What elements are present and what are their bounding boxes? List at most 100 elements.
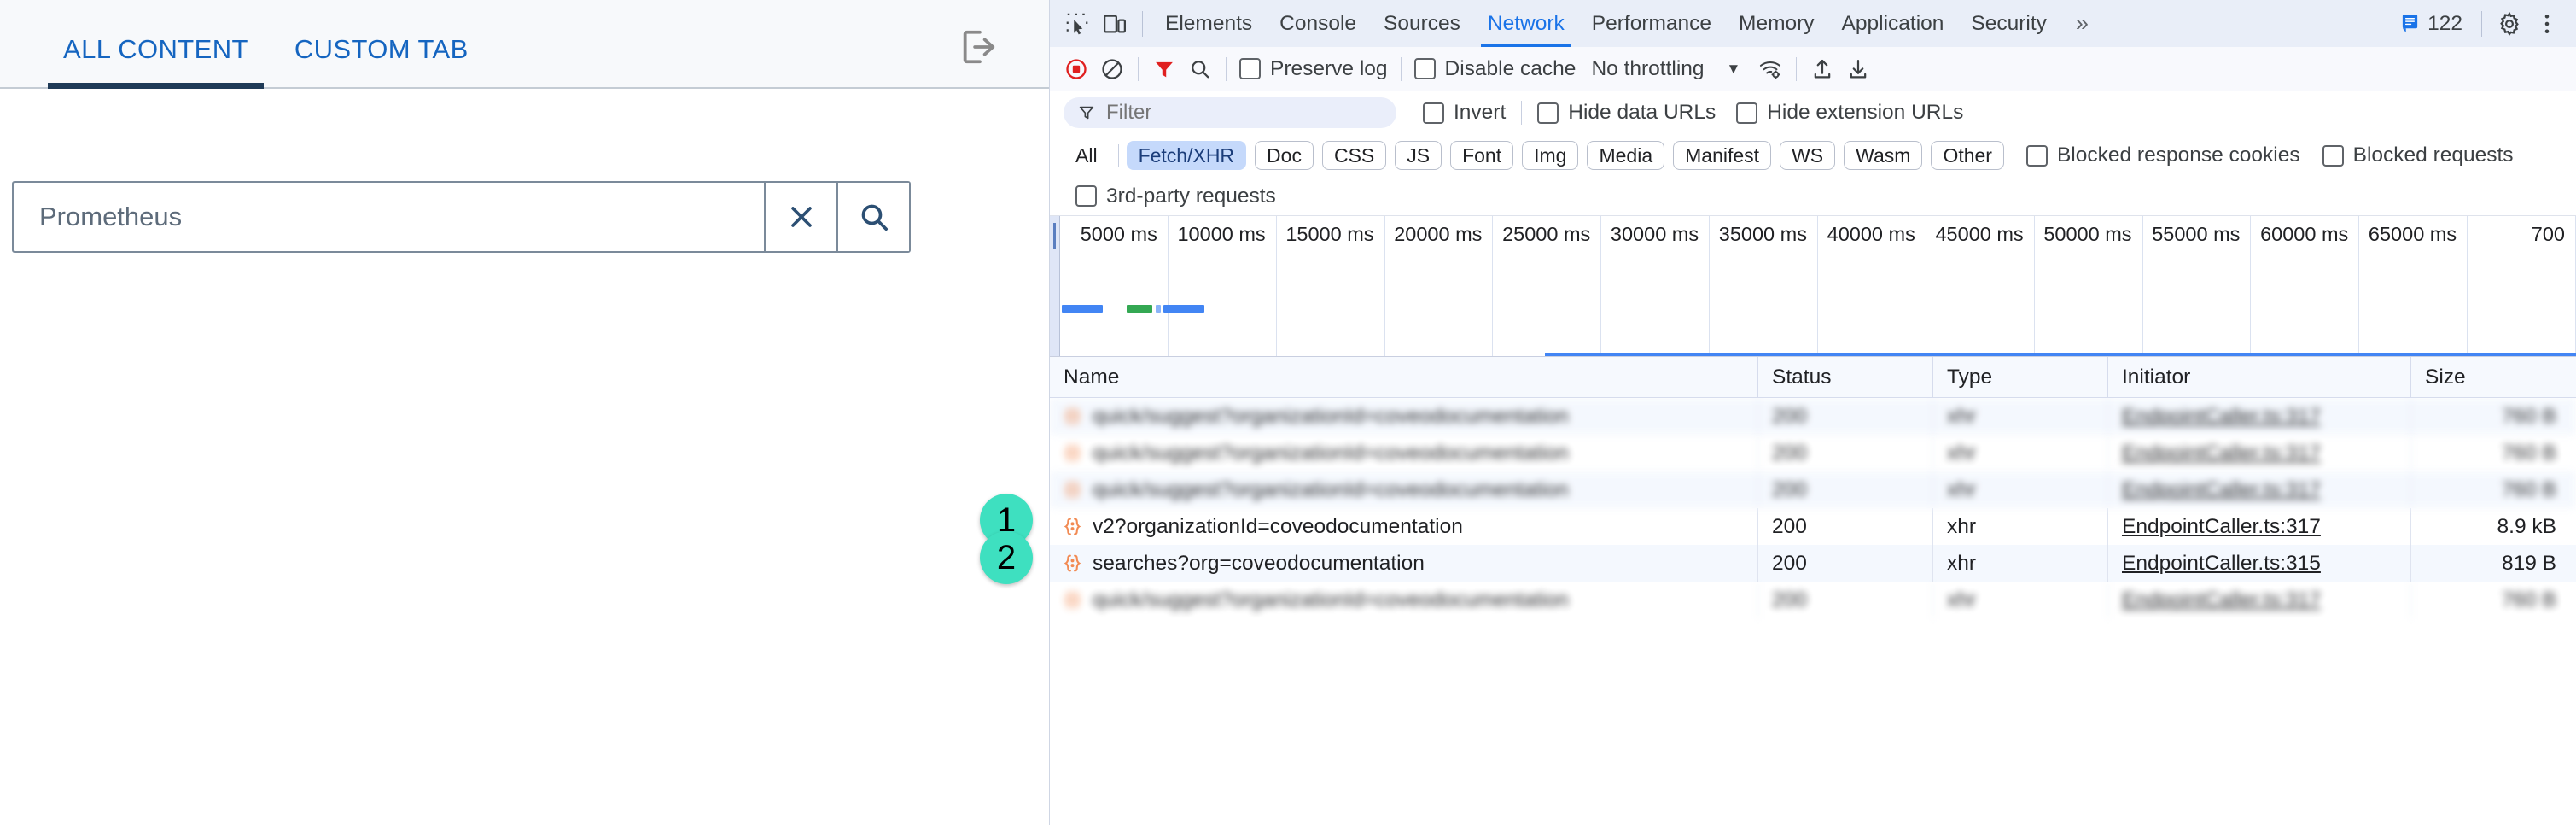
clear-no-entry-icon[interactable] xyxy=(1094,51,1130,87)
cell-name-label: v2?organizationId=coveodocumentation xyxy=(1093,515,1463,538)
initiator-link[interactable]: EndpointCaller.ts:317 xyxy=(2122,588,2321,611)
toolbar-divider-2 xyxy=(1226,56,1227,81)
record-stop-icon[interactable] xyxy=(1058,51,1094,87)
json-file-icon xyxy=(1064,591,1081,609)
column-header-name[interactable]: Name xyxy=(1050,357,1758,398)
filter-funnel-icon[interactable] xyxy=(1146,51,1182,87)
tab-security[interactable]: Security xyxy=(1957,0,2060,47)
devtools-tabbar-right: 122 xyxy=(2390,5,2576,43)
chip-css[interactable]: CSS xyxy=(1321,141,1387,170)
device-toolbar-icon[interactable] xyxy=(1096,5,1134,43)
column-header-initiator[interactable]: Initiator xyxy=(2108,357,2411,398)
cell-name-label: quick/suggest?organizationId=coveodocume… xyxy=(1093,405,1569,428)
timeline-bar-2 xyxy=(1127,305,1152,313)
chip-img-label: Img xyxy=(1534,143,1567,167)
hide-data-urls-checkbox[interactable]: Hide data URLs xyxy=(1532,101,1721,125)
table-body: quick/suggest?organizationId=coveodocume… xyxy=(1050,398,2576,825)
column-header-type[interactable]: Type xyxy=(1933,357,2108,398)
preserve-log-checkbox[interactable]: Preserve log xyxy=(1234,57,1393,81)
chip-manifest[interactable]: Manifest xyxy=(1673,141,1772,170)
column-header-status[interactable]: Status xyxy=(1758,357,1933,398)
initiator-link[interactable]: EndpointCaller.ts:317 xyxy=(2122,405,2321,428)
initiator-link[interactable]: EndpointCaller.ts:317 xyxy=(2122,478,2321,501)
hide-extension-urls-checkbox[interactable]: Hide extension URLs xyxy=(1731,101,1968,125)
cell-name: searches?org=coveodocumentation xyxy=(1050,545,1758,582)
chip-img[interactable]: Img xyxy=(1522,141,1579,170)
chip-wasm[interactable]: Wasm xyxy=(1844,141,1923,170)
tab-memory[interactable]: Memory xyxy=(1725,0,1827,47)
chip-js[interactable]: JS xyxy=(1395,141,1442,170)
chip-fetch-xhr[interactable]: Fetch/XHR xyxy=(1126,141,1247,170)
table-row[interactable]: quick/suggest?organizationId=coveodocume… xyxy=(1050,398,2576,435)
cell-name-label: searches?org=coveodocumentation xyxy=(1093,552,1425,575)
search-icon[interactable] xyxy=(1182,51,1218,87)
timeline-bar-1 xyxy=(1062,305,1103,313)
cell-type: xhr xyxy=(1933,545,2108,582)
json-file-icon xyxy=(1064,407,1081,425)
chip-all[interactable]: All xyxy=(1064,141,1110,170)
blocked-requests-checkbox[interactable]: Blocked requests xyxy=(2317,143,2519,167)
disable-cache-checkbox[interactable]: Disable cache xyxy=(1409,57,1582,81)
table-row[interactable]: searches?org=coveodocumentation 200 xhr End… xyxy=(1050,545,2576,582)
cell-initiator: EndpointCaller.ts:317 xyxy=(2108,582,2411,618)
devtools-panel: Elements Console Sources Network Perform… xyxy=(1049,0,2576,825)
tab-custom-tab[interactable]: CUSTOM TAB xyxy=(279,34,484,87)
tab-all-content[interactable]: ALL CONTENT xyxy=(48,34,264,89)
tab-performance[interactable]: Performance xyxy=(1578,0,1725,47)
download-arrow-icon[interactable] xyxy=(1840,51,1876,87)
filter-input[interactable] xyxy=(1106,101,1362,125)
more-vertical-icon[interactable] xyxy=(2528,5,2566,43)
chip-manifest-label: Manifest xyxy=(1685,143,1760,167)
submit-search-button[interactable] xyxy=(836,183,909,251)
chip-doc[interactable]: Doc xyxy=(1255,141,1314,170)
issues-counter[interactable]: 122 xyxy=(2390,12,2473,36)
more-tabs-icon[interactable]: » xyxy=(2060,0,2104,47)
chip-divider xyxy=(1117,144,1119,167)
timeline-tick-label: 50000 ms xyxy=(2043,223,2132,245)
tab-sources[interactable]: Sources xyxy=(1370,0,1474,47)
tab-application[interactable]: Application xyxy=(1828,0,1958,47)
tab-network[interactable]: Network xyxy=(1474,0,1578,47)
chip-media[interactable]: Media xyxy=(1587,141,1665,170)
table-row[interactable]: v2?organizationId=coveodocumentation 200 x… xyxy=(1050,508,2576,545)
filter-input-wrapper[interactable] xyxy=(1064,97,1396,128)
upload-arrow-icon[interactable] xyxy=(1804,51,1840,87)
table-row[interactable]: quick/suggest?organizationId=coveodocume… xyxy=(1050,435,2576,471)
tab-elements[interactable]: Elements xyxy=(1151,0,1266,47)
throttling-select[interactable]: No throttling xyxy=(1581,57,1714,81)
clear-search-button[interactable] xyxy=(764,183,836,251)
search-input[interactable] xyxy=(39,202,764,232)
chip-ws-label: WS xyxy=(1792,143,1824,167)
tab-application-label: Application xyxy=(1841,12,1944,35)
cell-type: xhr xyxy=(1933,398,2108,435)
toolbar-divider-4 xyxy=(1796,56,1798,81)
network-overview-timeline[interactable]: 5000 ms 10000 ms 15000 ms 20000 ms 25000 ms 3… xyxy=(1050,216,2576,357)
initiator-link[interactable]: EndpointCaller.ts:315 xyxy=(2122,552,2321,575)
timeline-bar-3 xyxy=(1156,305,1161,313)
resource-type-filters: All Fetch/XHR Doc CSS JS Font Img Media … xyxy=(1050,134,2576,177)
column-header-size[interactable]: Size xyxy=(2411,357,2570,398)
timeline-tick-label: 40000 ms xyxy=(1827,223,1915,245)
logout-icon[interactable] xyxy=(953,22,1003,72)
timeline-tick-label: 45000 ms xyxy=(1935,223,2024,245)
invert-checkbox[interactable]: Invert xyxy=(1418,101,1511,125)
timeline-tick-cell: 5000 ms xyxy=(1060,216,1169,356)
cell-size: 8.9 kB xyxy=(2497,515,2556,538)
initiator-link[interactable]: EndpointCaller.ts:317 xyxy=(2122,515,2321,538)
table-row[interactable]: quick/suggest?organizationId=coveodocume… xyxy=(1050,582,2576,618)
inspect-element-icon[interactable] xyxy=(1058,5,1096,43)
chip-other[interactable]: Other xyxy=(1931,141,2004,170)
table-row[interactable]: quick/suggest?organizationId=coveodocume… xyxy=(1050,471,2576,508)
third-party-requests-checkbox[interactable]: 3rd-party requests xyxy=(1070,184,1281,208)
cell-type: xhr xyxy=(1933,435,2108,471)
hide-extension-urls-box xyxy=(1736,102,1758,124)
chevron-down-icon[interactable]: ▼ xyxy=(1715,61,1753,78)
timeline-left-handle[interactable] xyxy=(1050,216,1060,356)
chip-font[interactable]: Font xyxy=(1450,141,1514,170)
gear-icon[interactable] xyxy=(2491,5,2528,43)
tab-console[interactable]: Console xyxy=(1266,0,1370,47)
wifi-settings-icon[interactable] xyxy=(1752,51,1788,87)
chip-ws[interactable]: WS xyxy=(1780,141,1836,170)
initiator-link[interactable]: EndpointCaller.ts:317 xyxy=(2122,442,2321,465)
blocked-response-cookies-checkbox[interactable]: Blocked response cookies xyxy=(2021,143,2305,167)
